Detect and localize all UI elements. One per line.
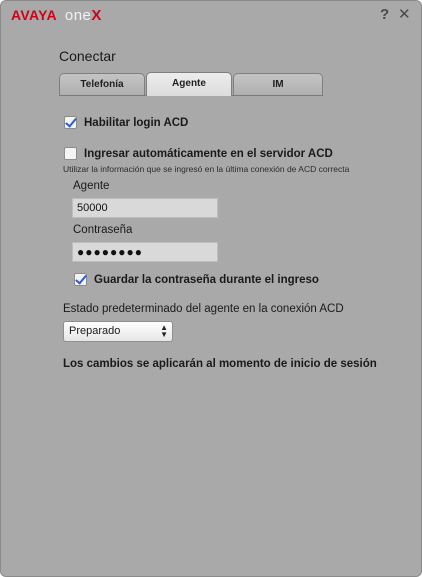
close-icon[interactable]: ✕ <box>398 6 411 24</box>
agent-input[interactable] <box>72 198 218 218</box>
tab-bar: Telefonía Agente IM <box>59 72 323 97</box>
password-label: Contraseña <box>73 224 133 236</box>
auto-login-checkbox[interactable] <box>64 147 77 160</box>
changes-note: Los cambios se aplicarán al momento de i… <box>63 358 377 370</box>
tab-agente[interactable]: Agente <box>146 72 232 96</box>
enable-acd-checkbox[interactable] <box>64 116 77 129</box>
agent-label: Agente <box>73 180 110 192</box>
save-password-checkbox[interactable] <box>74 273 87 286</box>
enable-acd-label[interactable]: Habilitar login ACD <box>84 117 188 129</box>
enable-acd-row: Habilitar login ACD <box>64 116 188 129</box>
save-password-label[interactable]: Guardar la contraseña durante el ingreso <box>94 274 319 286</box>
auto-login-row: Ingresar automáticamente en el servidor … <box>64 147 333 160</box>
tab-im[interactable]: IM <box>233 73 323 95</box>
default-state-select[interactable]: Preparado ▲ ▼ <box>63 321 173 342</box>
default-state-value: Preparado <box>69 325 121 337</box>
default-state-label: Estado predeterminado del agente en la c… <box>63 303 344 315</box>
page-title: Conectar <box>59 48 116 64</box>
password-input[interactable] <box>72 242 218 262</box>
title-bar: AVAYA oneX ? ✕ <box>1 1 421 29</box>
brand-one-text: one <box>64 7 92 24</box>
settings-window: AVAYA oneX ? ✕ Conectar Telefonía Agente… <box>0 0 422 577</box>
avaya-onex-logo: AVAYA oneX <box>11 7 102 25</box>
brand-onex-text: oneX <box>65 7 102 24</box>
brand-x-text: X <box>91 7 102 24</box>
auto-login-hint: Utilizar la información que se ingresó e… <box>63 164 350 174</box>
brand-avaya-text: AVAYA <box>11 7 57 23</box>
save-password-row: Guardar la contraseña durante el ingreso <box>74 273 319 286</box>
auto-login-label[interactable]: Ingresar automáticamente en el servidor … <box>84 148 333 160</box>
select-updown-icon: ▲ ▼ <box>160 323 168 339</box>
tab-telefonia[interactable]: Telefonía <box>59 73 145 95</box>
help-icon[interactable]: ? <box>380 6 389 24</box>
